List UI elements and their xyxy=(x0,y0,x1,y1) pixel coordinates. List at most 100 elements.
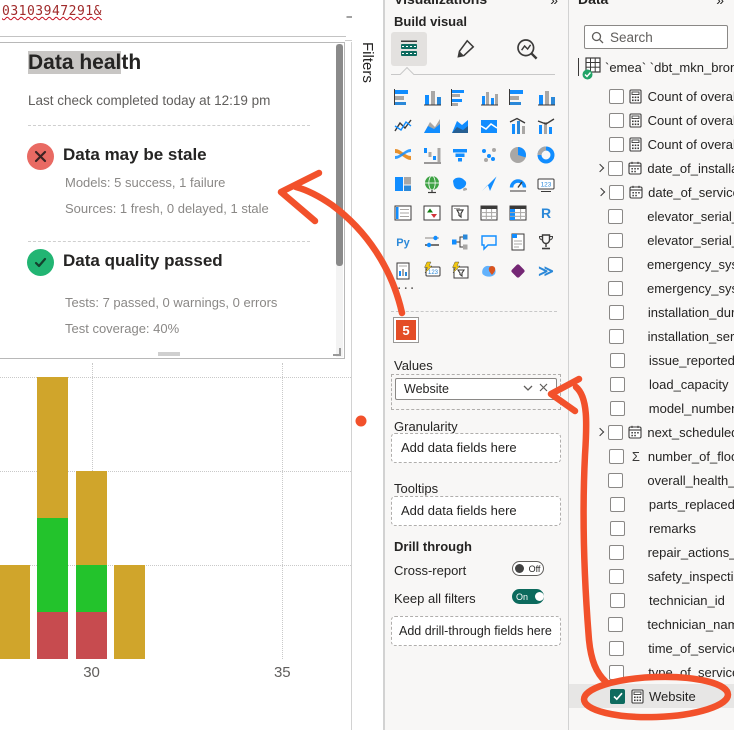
bar-segment-bottom-red[interactable] xyxy=(37,612,68,659)
kpi-icon[interactable] xyxy=(421,202,443,224)
clustered-bar-chart-icon[interactable] xyxy=(449,86,471,108)
parameter-slider-icon[interactable] xyxy=(421,231,443,253)
stacked-column-chart-icon[interactable] xyxy=(421,86,443,108)
treemap-icon[interactable] xyxy=(392,173,414,195)
field-label[interactable]: parts_replaced xyxy=(649,497,734,512)
ribbon-chart-icon[interactable] xyxy=(392,144,414,166)
field-label[interactable]: model_number xyxy=(649,401,734,416)
more-visuals-button[interactable]: ... xyxy=(397,276,416,294)
table-icon[interactable] xyxy=(478,202,500,224)
field-row-technician-id[interactable]: technician_id xyxy=(569,588,734,612)
slicer-new-icon[interactable] xyxy=(449,260,471,282)
field-label[interactable]: overall_health_c. xyxy=(647,473,734,488)
field-label[interactable]: date_of_service xyxy=(648,185,734,200)
field-checkbox[interactable] xyxy=(608,425,623,440)
field-label[interactable]: load_capacity xyxy=(649,377,729,392)
field-row-parts-replaced[interactable]: parts_replaced xyxy=(569,492,734,516)
values-field-name[interactable]: Website xyxy=(404,382,520,396)
line-and-stacked-column-chart-icon[interactable] xyxy=(507,115,529,137)
html-content-visual-icon[interactable]: 5 xyxy=(393,317,419,343)
field-row-technician-name[interactable]: technician_name xyxy=(569,612,734,636)
metrics-goals-icon[interactable] xyxy=(535,231,557,253)
table-name[interactable]: `emea` `dbt_mkn_bron.. xyxy=(605,60,734,75)
field-checkbox[interactable] xyxy=(610,593,625,608)
field-row-elevator-serial[interactable]: elevator_serial_.. xyxy=(569,204,734,228)
r-script-visual-icon[interactable]: R xyxy=(535,202,557,224)
azure-map-icon[interactable] xyxy=(478,173,500,195)
field-checkbox[interactable] xyxy=(610,521,625,536)
bar-segment-middle-green[interactable] xyxy=(37,518,68,612)
field-checkbox[interactable] xyxy=(608,281,623,296)
values-field-well[interactable]: Website xyxy=(391,374,561,410)
bar-segment-top-gold[interactable] xyxy=(76,471,107,565)
field-label[interactable]: type_of_service xyxy=(648,665,734,680)
line-and-clustered-column-chart-icon[interactable] xyxy=(535,115,557,137)
decomposition-tree-icon[interactable] xyxy=(449,231,471,253)
field-checkbox[interactable] xyxy=(609,641,624,656)
field-row-safety-inspectio[interactable]: safety_inspectio. xyxy=(569,564,734,588)
expand-chevron-icon[interactable] xyxy=(594,429,606,435)
scatter-chart-icon[interactable] xyxy=(478,144,500,166)
field-checkbox[interactable] xyxy=(609,545,624,560)
field-checkbox[interactable] xyxy=(608,617,623,632)
area-chart-icon[interactable] xyxy=(421,115,443,137)
drill-through-field-well[interactable]: Add drill-through fields here xyxy=(391,616,561,646)
chevron-down-icon[interactable] xyxy=(578,58,579,76)
field-row-model-number[interactable]: model_number xyxy=(569,396,734,420)
keep-all-filters-toggle[interactable]: On xyxy=(512,589,544,604)
field-row-website[interactable]: Website xyxy=(569,684,734,708)
card-icon[interactable]: 123 xyxy=(535,173,557,195)
matrix-icon[interactable] xyxy=(507,202,529,224)
field-row-date-of-service[interactable]: date_of_service xyxy=(569,180,734,204)
granularity-field-well[interactable]: Add data fields here xyxy=(391,433,561,463)
field-checkbox[interactable] xyxy=(609,137,624,152)
field-checkbox[interactable] xyxy=(609,305,624,320)
field-checkbox[interactable] xyxy=(610,377,625,392)
search-input[interactable]: Search xyxy=(584,25,728,49)
field-label[interactable]: emergency_syst.. xyxy=(647,281,734,296)
field-checkbox[interactable] xyxy=(609,569,624,584)
filters-pane-label[interactable]: Filters xyxy=(359,42,376,83)
filters-pane-collapsed[interactable]: Filters xyxy=(352,0,384,730)
hundred-percent-stacked-column-chart-icon[interactable] xyxy=(535,86,557,108)
stacked-column-chart[interactable]: 3035 xyxy=(0,363,351,730)
field-row-overall-health-c[interactable]: overall_health_c. xyxy=(569,468,734,492)
collapse-pane-icon[interactable]: » xyxy=(550,0,558,8)
bar-segment-bottom-red[interactable] xyxy=(76,612,107,659)
qa-visual-icon[interactable] xyxy=(478,231,500,253)
collapse-pane-icon[interactable]: » xyxy=(716,0,724,8)
field-row-type-of-service[interactable]: type_of_service xyxy=(569,660,734,684)
stacked-bar-chart-icon[interactable] xyxy=(392,86,414,108)
chevron-down-icon[interactable] xyxy=(520,383,536,395)
values-field-pill[interactable]: Website xyxy=(395,378,557,400)
field-row-count-of-overal[interactable]: Count of overal.. xyxy=(569,84,734,108)
scrollbar-thumb[interactable] xyxy=(336,44,343,266)
field-checkbox[interactable] xyxy=(610,401,625,416)
hundred-percent-stacked-bar-chart-icon[interactable] xyxy=(507,86,529,108)
waterfall-chart-icon[interactable] xyxy=(421,144,443,166)
funnel-chart-icon[interactable] xyxy=(449,144,471,166)
tab-analytics[interactable] xyxy=(509,32,545,66)
field-row-repair-actions-t[interactable]: repair_actions_t. xyxy=(569,540,734,564)
field-checkbox[interactable] xyxy=(610,353,625,368)
tab-format-visual[interactable] xyxy=(447,32,483,66)
bar-segment-top-gold[interactable] xyxy=(37,377,68,518)
bar-segment-middle-green[interactable] xyxy=(76,565,107,612)
field-checkbox[interactable] xyxy=(608,233,623,248)
field-row-remarks[interactable]: remarks xyxy=(569,516,734,540)
field-checkbox[interactable] xyxy=(608,161,623,176)
field-checkbox[interactable] xyxy=(609,449,624,464)
field-row-count-of-overal[interactable]: Count of overal.. xyxy=(569,108,734,132)
expand-chevron-icon[interactable] xyxy=(594,189,607,195)
field-checkbox[interactable] xyxy=(609,665,624,680)
clustered-column-chart-icon[interactable] xyxy=(478,86,500,108)
field-checkbox[interactable] xyxy=(610,689,625,704)
power-apps-visual-icon[interactable] xyxy=(507,260,529,282)
field-label[interactable]: Count of overal.. xyxy=(648,137,734,152)
field-checkbox[interactable] xyxy=(609,185,624,200)
field-checkbox[interactable] xyxy=(609,113,624,128)
field-label[interactable]: technician_id xyxy=(649,593,725,608)
horizontal-scroll-handle[interactable] xyxy=(158,352,180,356)
field-row-elevator-serial[interactable]: elevator_serial_.. xyxy=(569,228,734,252)
field-row-issue-reported[interactable]: issue_reported xyxy=(569,348,734,372)
